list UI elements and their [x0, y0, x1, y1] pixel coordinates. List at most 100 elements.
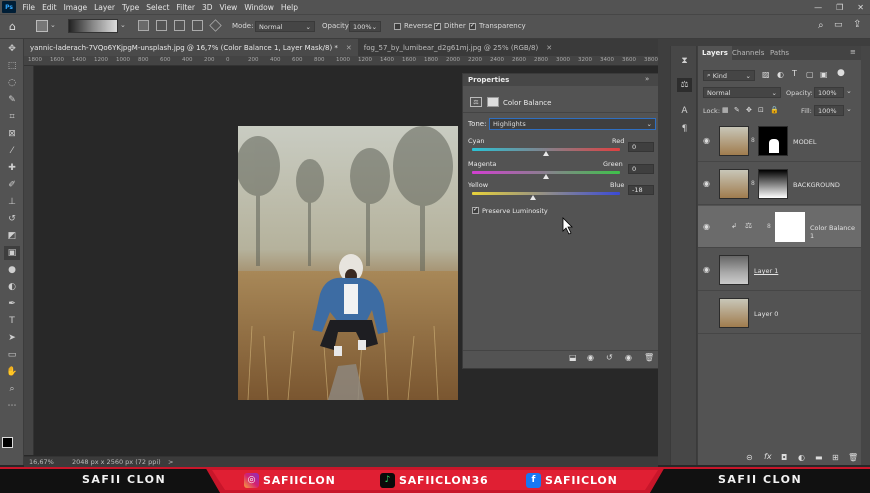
type-filter-icon[interactable]: T	[792, 69, 797, 78]
close-icon[interactable]: ✕	[546, 44, 552, 52]
tiktok-handle[interactable]: ♪ SAFIICLON36	[380, 471, 489, 489]
menu-type[interactable]: Type	[119, 3, 143, 12]
reflected-gradient-icon[interactable]	[192, 20, 203, 31]
type-tool-icon[interactable]: T	[4, 314, 20, 328]
radial-gradient-icon[interactable]	[156, 20, 167, 31]
menu-view[interactable]: View	[216, 3, 241, 12]
eye-icon[interactable]: ◉	[703, 222, 710, 231]
diamond-gradient-icon[interactable]	[209, 19, 222, 32]
zoom-level[interactable]: 16,67%	[29, 458, 54, 466]
gradient-dropdown-icon[interactable]: ⌄	[120, 21, 126, 29]
gradient-tool-icon[interactable]: ▣	[4, 246, 20, 260]
frame-tool-icon[interactable]: ⊠	[4, 127, 20, 141]
new-group-icon[interactable]: ▬	[815, 453, 823, 462]
view-previous-icon[interactable]: ◉	[587, 353, 594, 362]
clone-stamp-tool-icon[interactable]: ⊥	[4, 195, 20, 209]
linear-gradient-icon[interactable]	[138, 20, 149, 31]
lock-pixels-icon[interactable]: ✎	[734, 106, 740, 114]
search-icon[interactable]: ⌕	[818, 20, 824, 31]
more-tools-icon[interactable]: ⋯	[4, 399, 20, 413]
close-icon[interactable]: ✕	[857, 3, 864, 12]
chevron-down-icon[interactable]: ⌄	[846, 87, 852, 95]
pen-tool-icon[interactable]: ✒	[4, 297, 20, 311]
magenta-green-value-input[interactable]: 0	[628, 164, 654, 174]
zoom-tool-icon[interactable]: ⌕	[4, 382, 20, 396]
history-brush-tool-icon[interactable]: ↺	[4, 212, 20, 226]
mode-select[interactable]: Normal ⌄	[255, 21, 315, 32]
shape-filter-icon[interactable]: ▢	[806, 70, 814, 79]
layers-scrollbar[interactable]	[861, 46, 870, 465]
link-layers-icon[interactable]: ⊝	[746, 453, 753, 462]
share-icon[interactable]: ⇪	[853, 19, 861, 30]
clip-to-layer-icon[interactable]: ⬓	[569, 353, 577, 362]
pixel-filter-icon[interactable]: ▨	[762, 70, 770, 79]
layer-mask-thumbnail[interactable]	[758, 126, 788, 156]
collapse-icon[interactable]: »	[645, 75, 649, 83]
lock-all-icon[interactable]: 🔒	[770, 106, 779, 114]
menu-filter[interactable]: Filter	[173, 3, 199, 12]
new-adjustment-icon[interactable]: ◐	[798, 453, 805, 462]
dodge-tool-icon[interactable]: ◐	[4, 280, 20, 294]
angle-gradient-icon[interactable]	[174, 20, 185, 31]
tab-document-1[interactable]: yannic-laderach-7VQo6YKjpgM-unsplash.jpg…	[24, 39, 358, 56]
fx-icon[interactable]: fx	[764, 452, 772, 461]
close-icon[interactable]: ✕	[346, 44, 352, 52]
rectangle-tool-icon[interactable]: ▭	[4, 348, 20, 362]
menu-window[interactable]: Window	[241, 3, 278, 12]
chain-link-icon[interactable]: 8	[751, 137, 755, 144]
add-mask-icon[interactable]: ◘	[781, 453, 787, 462]
lock-position-icon[interactable]: ✥	[746, 106, 752, 114]
tab-document-2[interactable]: fog_57_by_lumibear_d2g61mj.jpg @ 25% (RG…	[358, 39, 558, 56]
eye-icon[interactable]: ◉	[703, 136, 710, 145]
layer-filter-select[interactable]: ⌕ Kind ⌄	[703, 70, 755, 81]
mask-icon[interactable]	[487, 97, 499, 107]
tab-paths[interactable]: Paths	[766, 46, 793, 60]
trash-icon[interactable]: 🗑	[848, 453, 858, 462]
smart-object-filter-icon[interactable]: ▣	[820, 70, 828, 79]
menu-select[interactable]: Select	[143, 3, 173, 12]
layer-row-model[interactable]: ◉ 8 MODEL	[698, 120, 861, 162]
adjustments-icon[interactable]: ⚖	[677, 78, 692, 92]
panel-menu-icon[interactable]: ≡	[850, 48, 856, 56]
move-tool-icon[interactable]: ✥	[4, 42, 20, 56]
preserve-luminosity-checkbox[interactable]	[472, 207, 479, 214]
document-image[interactable]	[238, 126, 458, 400]
menu-help[interactable]: Help	[277, 3, 301, 12]
restore-icon[interactable]: ❐	[836, 3, 843, 12]
layer-row-layer-1[interactable]: ◉ Layer 1	[698, 249, 861, 291]
marquee-tool-icon[interactable]: ⬚	[4, 59, 20, 73]
minimize-icon[interactable]: —	[814, 3, 822, 12]
chevron-down-icon[interactable]: ⌄	[846, 105, 852, 113]
yellow-blue-value-input[interactable]: -18	[628, 185, 654, 195]
tool-preset-icon[interactable]	[36, 20, 48, 32]
menu-image[interactable]: Image	[60, 3, 91, 12]
layer-row-layer-0[interactable]: Layer 0	[698, 292, 861, 334]
foreground-color-swatch[interactable]	[2, 437, 13, 448]
eye-icon[interactable]: ◉	[703, 179, 710, 188]
blend-mode-select[interactable]: Normal ⌄	[703, 87, 781, 98]
transparency-checkbox[interactable]	[469, 23, 476, 30]
cyan-red-value-input[interactable]: 0	[628, 142, 654, 152]
reset-icon[interactable]: ↺	[606, 353, 613, 362]
tab-channels[interactable]: Channels	[728, 46, 768, 60]
magenta-green-slider-thumb[interactable]	[543, 174, 549, 179]
menu-layer[interactable]: Layer	[91, 3, 119, 12]
blur-tool-icon[interactable]: ●	[4, 263, 20, 277]
layer-opacity-input[interactable]: 100%	[814, 87, 844, 98]
dither-checkbox[interactable]	[434, 23, 441, 30]
crop-tool-icon[interactable]: ⌗	[4, 110, 20, 124]
lock-artboard-icon[interactable]: ⊡	[758, 106, 764, 114]
opacity-input[interactable]: 100% ⌄	[349, 21, 381, 32]
status-menu-arrow[interactable]: >	[168, 458, 173, 466]
filter-toggle-icon[interactable]: ●	[837, 68, 845, 78]
lock-transparency-icon[interactable]: ▦	[722, 106, 729, 114]
visibility-icon[interactable]: ◉	[625, 353, 632, 362]
layer-row-color-balance[interactable]: ◉ ↲ ⚖ 8 Color Balance 1	[698, 206, 861, 248]
yellow-blue-slider-thumb[interactable]	[529, 195, 536, 200]
tone-select[interactable]: Highlights ⌄	[489, 118, 656, 130]
chain-link-icon[interactable]: 8	[751, 180, 755, 187]
path-select-tool-icon[interactable]: ➤	[4, 331, 20, 345]
eyedropper-tool-icon[interactable]: ⁄	[4, 144, 20, 158]
cyan-red-slider-thumb[interactable]	[543, 151, 549, 156]
yellow-blue-slider[interactable]	[472, 192, 620, 195]
